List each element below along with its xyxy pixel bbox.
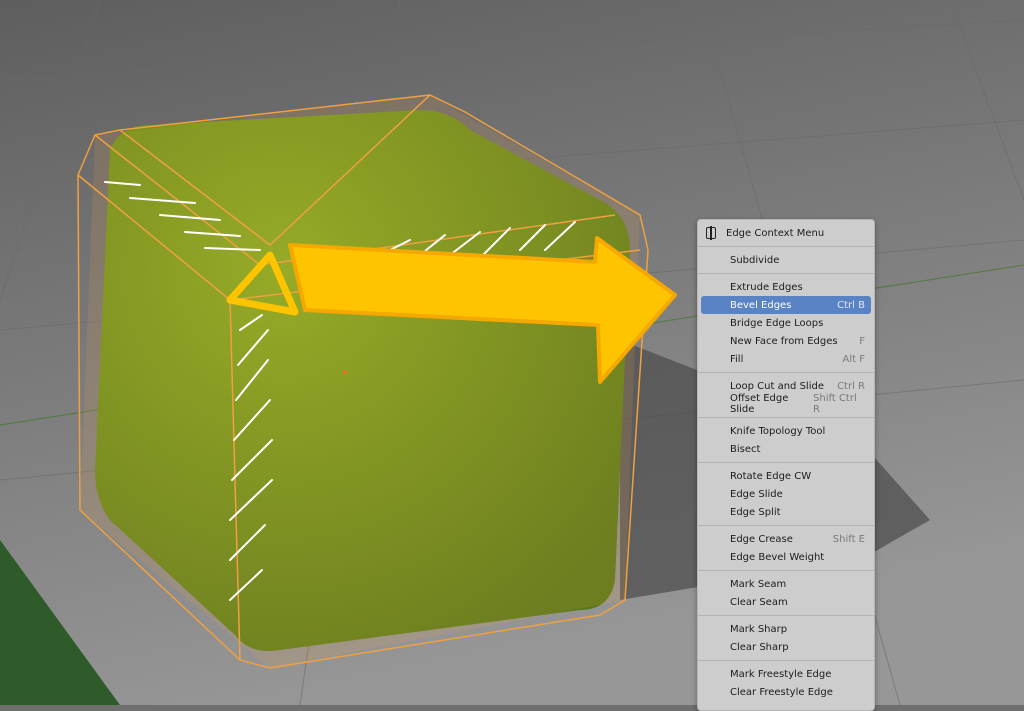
menu-item-label: Clear Sharp [730,641,789,653]
menu-item-label: New Face from Edges [730,335,838,347]
menu-item-edge-bevel-weight[interactable]: Edge Bevel Weight [701,548,871,566]
menu-item-mark-sharp[interactable]: Mark Sharp [701,620,871,638]
menu-item-label: Loop Cut and Slide [730,380,824,392]
menu-item-label: Bisect [730,443,761,455]
menu-item-label: Fill [730,353,744,365]
menu-item-label: Bevel Edges [730,299,792,311]
menu-item-offset-edge-slide[interactable]: Offset Edge Slide Shift Ctrl R [701,393,871,415]
menu-item-label: Offset Edge Slide [730,393,789,415]
menu-item-label: Clear Freestyle Edge [730,686,833,698]
menu-item-knife-topology-tool[interactable]: Knife Topology Tool [701,422,871,440]
menu-item-bevel-edges[interactable]: Bevel Edges Ctrl B [701,296,871,314]
menu-item-label: Extrude Edges [730,281,803,293]
menu-item-label: Knife Topology Tool [730,425,826,437]
menu-group: Mark Freestyle Edge Clear Freestyle Edge [698,661,874,705]
menu-item-clear-sharp[interactable]: Clear Sharp [701,638,871,656]
menu-item-edge-crease[interactable]: Edge Crease Shift E [701,530,871,548]
menu-item-shortcut: Ctrl R [837,380,865,392]
menu-item-shortcut: Ctrl B [837,299,865,311]
menu-item-label: Mark Freestyle Edge [730,668,832,680]
menu-item-label: Clear Seam [730,596,788,608]
menu-item-shortcut: Shift Ctrl R [813,393,857,415]
menu-title: Edge Context Menu [698,220,874,247]
menu-item-label: Mark Sharp [730,623,788,635]
menu-group: Subdivide [698,247,874,274]
menu-item-clear-freestyle-edge[interactable]: Clear Freestyle Edge [701,683,871,701]
edge-context-menu: Edge Context Menu Subdivide Extrude Edges… [697,219,875,711]
menu-item-label: Edge Split [730,506,781,518]
menu-item-label: Rotate Edge CW [730,470,812,482]
menu-group: Edge Crease Shift E Edge Bevel Weight [698,526,874,571]
menu-item-mark-seam[interactable]: Mark Seam [701,575,871,593]
menu-item-bridge-edge-loops[interactable]: Bridge Edge Loops [701,314,871,332]
menu-group: Knife Topology Tool Bisect [698,418,874,463]
menu-item-label: Edge Slide [730,488,783,500]
menu-item-mark-freestyle-edge[interactable]: Mark Freestyle Edge [701,665,871,683]
menu-item-label: Bridge Edge Loops [730,317,824,329]
edge-select-icon [706,226,716,240]
origin-point [343,370,347,374]
menu-item-subdivide[interactable]: Subdivide [701,251,871,269]
menu-group: Mark Seam Clear Seam [698,571,874,616]
menu-item-label: Edge Crease [730,533,793,545]
menu-title-text: Edge Context Menu [726,227,825,239]
menu-item-clear-seam[interactable]: Clear Seam [701,593,871,611]
menu-item-extrude-edges[interactable]: Extrude Edges [701,278,871,296]
menu-item-label: Edge Bevel Weight [730,551,825,563]
menu-group: Mark Sharp Clear Sharp [698,616,874,661]
menu-item-label: Subdivide [730,254,780,266]
menu-item-shortcut: Alt F [842,353,865,365]
menu-item-bisect[interactable]: Bisect [701,440,871,458]
menu-item-label: Mark Seam [730,578,787,590]
menu-item-edge-split[interactable]: Edge Split [701,503,871,521]
menu-group: Extrude Edges Bevel Edges Ctrl B Bridge Edg… [698,274,874,373]
menu-item-new-face-from-edges[interactable]: New Face from Edges F [701,332,871,350]
menu-group: Rotate Edge CW Edge Slide Edge Split [698,463,874,526]
menu-item-rotate-edge-cw[interactable]: Rotate Edge CW [701,467,871,485]
menu-item-shortcut: Shift E [832,533,865,545]
menu-group: Loop Cut and Slide Ctrl R Offset Edge Slid… [698,373,874,418]
menu-item-fill[interactable]: Fill Alt F [701,350,871,368]
menu-item-edge-slide[interactable]: Edge Slide [701,485,871,503]
menu-item-shortcut: F [859,335,865,347]
